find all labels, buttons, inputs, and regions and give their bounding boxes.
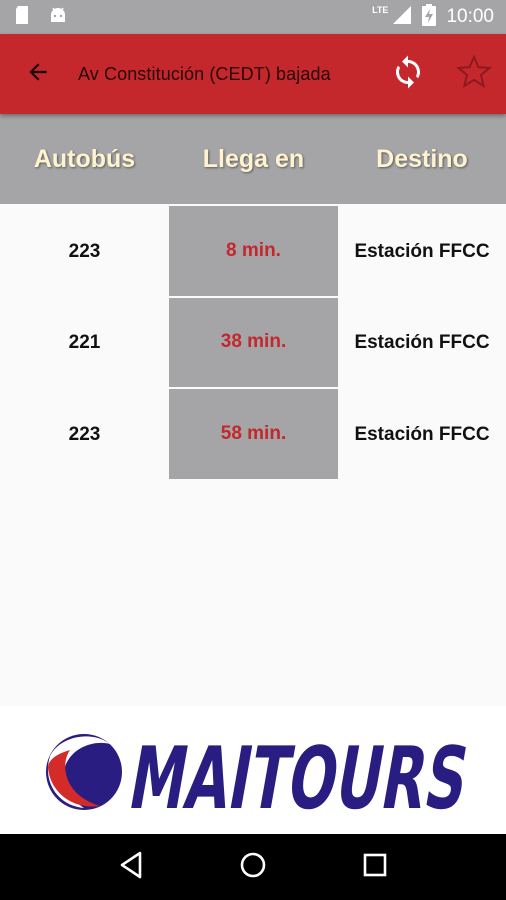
star-outline-icon — [455, 53, 493, 96]
destination: Estación FFCC — [354, 423, 490, 445]
destination: Estación FFCC — [354, 332, 490, 354]
page-title: Av Constitución (CEDT) bajada — [78, 63, 331, 84]
back-triangle-icon — [118, 851, 144, 884]
table-row: 221 38 min. Estación FFCC — [0, 297, 506, 389]
destination: Estación FFCC — [354, 240, 490, 262]
arrival-time: 58 min. — [169, 389, 338, 481]
maitours-logo: MAITOURS — [46, 730, 476, 829]
nav-recents-button[interactable] — [355, 847, 395, 887]
system-nav-bar — [0, 834, 506, 900]
arrival-time: 38 min. — [169, 297, 338, 389]
home-circle-icon — [239, 851, 267, 884]
refresh-icon — [390, 54, 426, 95]
recents-square-icon — [362, 852, 388, 883]
back-arrow-icon — [25, 59, 51, 90]
nav-home-button[interactable] — [233, 847, 273, 887]
android-icon — [48, 6, 68, 29]
refresh-button[interactable] — [384, 34, 432, 114]
back-button[interactable] — [8, 34, 68, 114]
status-bar: LTE 10:00 — [0, 0, 506, 34]
header-arrival: Llega en — [202, 144, 305, 173]
nav-back-button[interactable] — [111, 847, 151, 887]
arrivals-list: 223 8 min. Estación FFCC 221 38 min. Est… — [0, 206, 506, 481]
sd-card-icon — [14, 5, 30, 30]
table-row: 223 8 min. Estación FFCC — [0, 206, 506, 298]
status-time: 10:00 — [446, 6, 494, 27]
logo-wordmark: MAITOURS — [122, 730, 475, 829]
app-toolbar: Av Constitución (CEDT) bajada — [0, 34, 506, 114]
header-destination: Destino — [376, 144, 468, 173]
header-bus: Autobús — [33, 144, 136, 173]
logo-banner: MAITOURS — [0, 706, 506, 834]
bus-number: 221 — [68, 332, 101, 354]
arrival-time: 8 min. — [169, 206, 338, 298]
battery-charging-icon — [422, 3, 437, 31]
table-header: Autobús Llega en Destino — [0, 114, 506, 204]
bus-number: 223 — [68, 240, 101, 262]
favorite-button[interactable] — [450, 34, 498, 114]
bus-number: 223 — [68, 423, 101, 445]
signal-icon — [392, 5, 412, 30]
network-type: LTE — [372, 5, 389, 15]
table-row: 223 58 min. Estación FFCC — [0, 389, 506, 481]
